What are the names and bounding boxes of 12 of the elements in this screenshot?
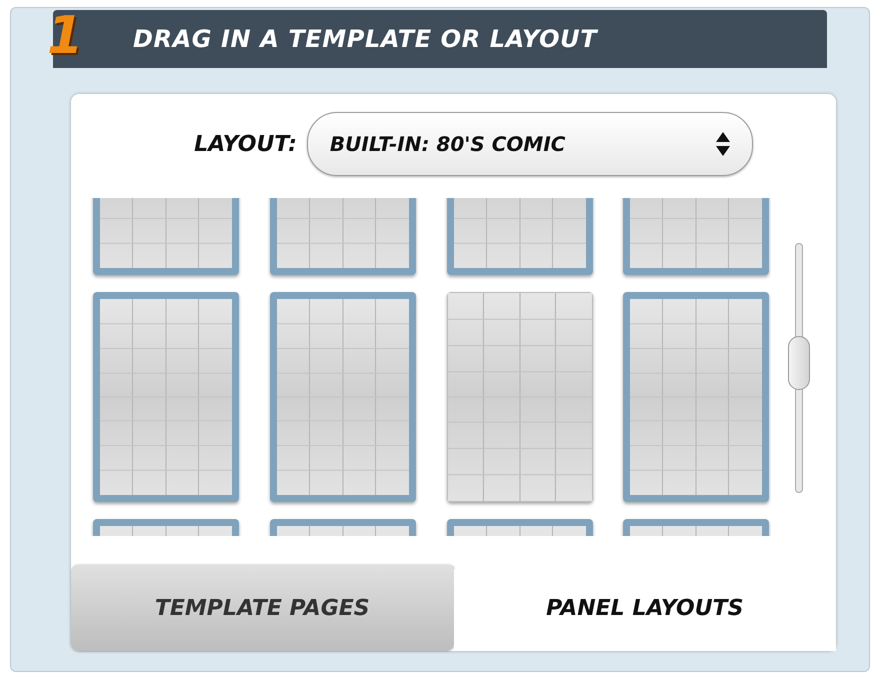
layout-label: LAYOUT: [194,130,297,158]
tab[interactable]: TEMPLATE PAGES [71,565,454,651]
layout-thumbnail[interactable] [446,292,592,502]
up-down-arrows-icon [716,132,730,156]
layout-thumbnail[interactable] [93,292,239,502]
layout-thumbnail[interactable] [270,292,416,502]
tab[interactable]: PANEL LAYOUTS [454,565,836,651]
slider-thumb[interactable] [788,336,810,390]
layout-thumbnail[interactable] [623,292,770,502]
layout-dropdown[interactable]: BUILT-IN: 80'S COMIC [306,112,753,176]
zoom-slider[interactable] [787,243,811,493]
header-title: DRAG IN A TEMPLATE OR LAYOUT [133,24,598,55]
